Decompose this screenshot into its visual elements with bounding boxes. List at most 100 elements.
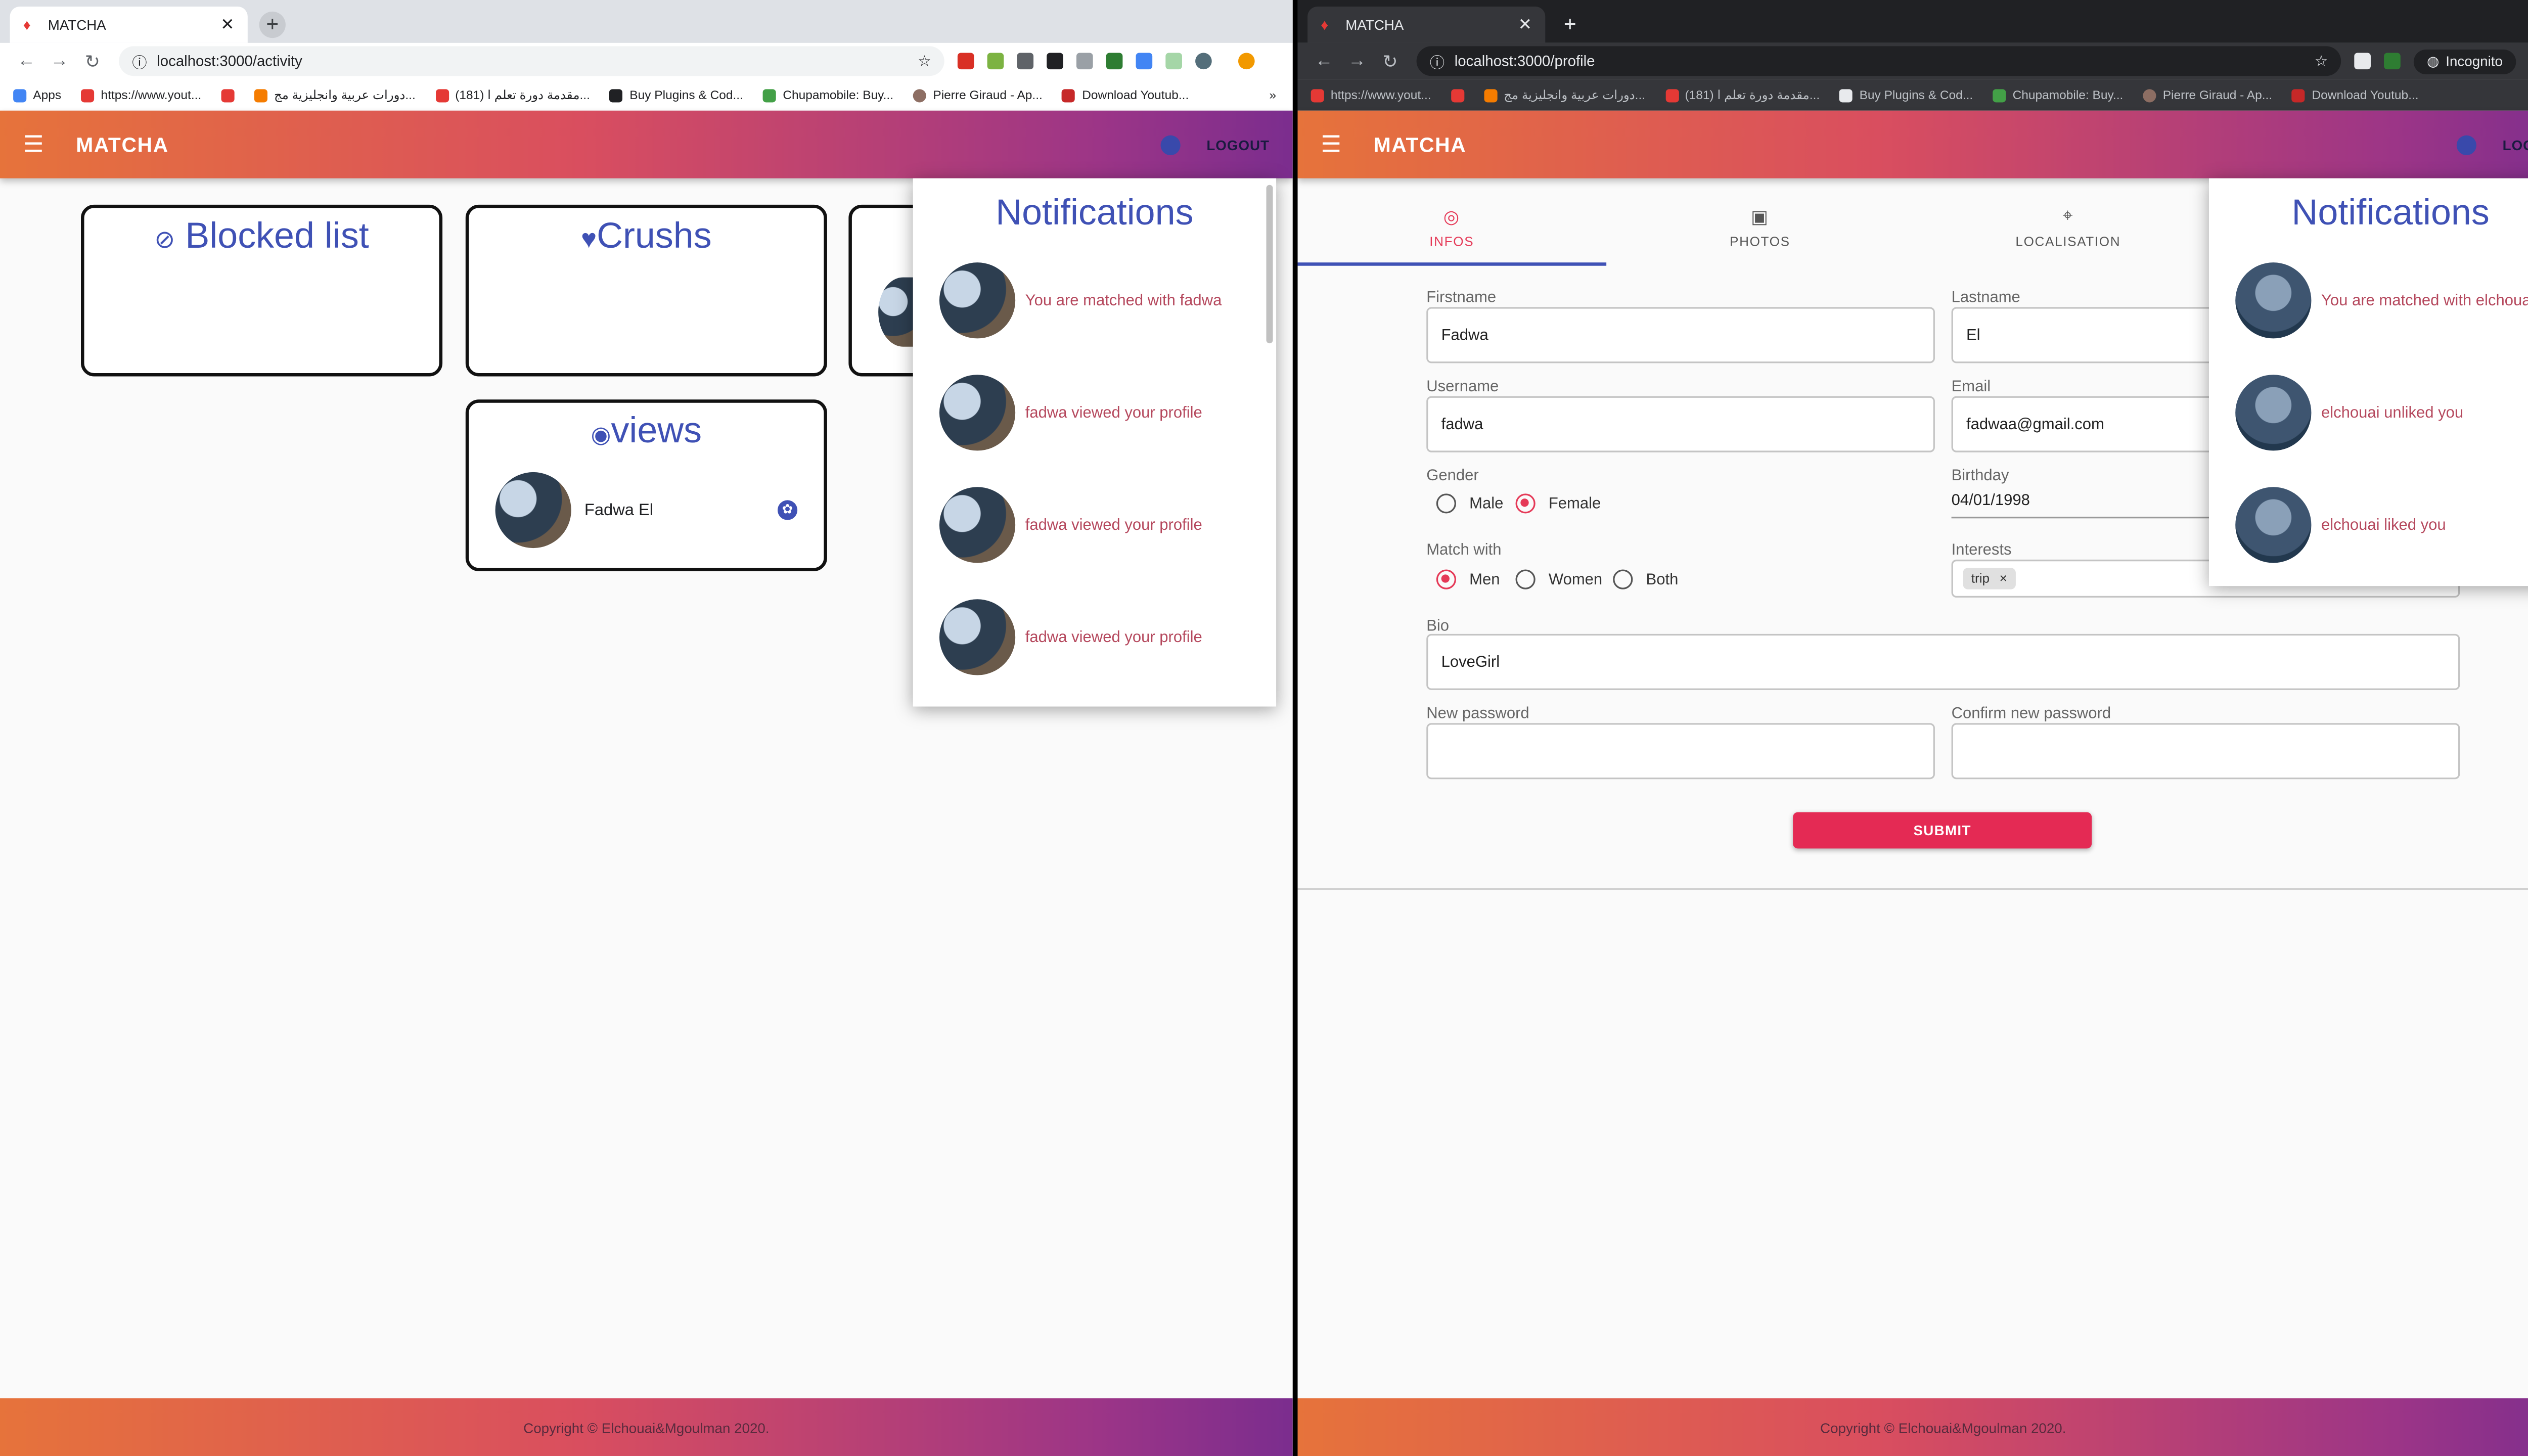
gender-female-radio[interactable]: Female bbox=[1515, 493, 1601, 514]
reload-icon[interactable]: ↻ bbox=[1374, 51, 1407, 72]
notification-text: You are matched with elchouai bbox=[2321, 291, 2528, 310]
browser-tab[interactable]: ♦ MATCHA ✕ bbox=[10, 7, 248, 43]
notification-item[interactable]: fadwa viewed your profile bbox=[913, 356, 1276, 469]
profile-avatar-icon[interactable] bbox=[1195, 53, 1212, 70]
forward-icon[interactable]: → bbox=[1340, 51, 1373, 71]
bookmark-label: Download Youtub... bbox=[2312, 87, 2419, 103]
notification-text: fadwa viewed your profile bbox=[1025, 628, 1202, 647]
menu-icon[interactable] bbox=[1238, 53, 1255, 70]
extension-icon[interactable] bbox=[957, 53, 974, 70]
back-icon[interactable]: ← bbox=[10, 51, 43, 71]
bookmark-item[interactable]: (181) مقدمة دورة تعلم ا... bbox=[435, 87, 590, 102]
extension-icon[interactable] bbox=[1136, 53, 1153, 70]
bookmark-item[interactable]: دورات عربية وانجليزية مج... bbox=[1484, 87, 1645, 102]
firstname-field[interactable]: Fadwa bbox=[1426, 307, 1935, 363]
youtube-icon bbox=[81, 88, 95, 102]
left-browser-window: ♦ MATCHA ✕ + ← → ↻ ⓘ localhost:3000/acti… bbox=[0, 0, 1293, 1456]
forward-icon[interactable]: → bbox=[43, 51, 76, 71]
new-tab-button[interactable]: + bbox=[1557, 12, 1583, 38]
extension-icon[interactable] bbox=[1165, 53, 1182, 70]
radio-on-icon bbox=[1436, 569, 1456, 589]
radio-off-icon bbox=[1436, 493, 1456, 514]
tab-strip: ♦ MATCHA ✕ + bbox=[0, 0, 1293, 43]
bookmark-item[interactable]: دورات عربية وانجليزية مج... bbox=[254, 87, 416, 102]
tab-title: MATCHA bbox=[48, 16, 106, 33]
notification-item[interactable]: You are matched with elchouai bbox=[2209, 244, 2528, 356]
bookmark-star-icon[interactable]: ☆ bbox=[2315, 52, 2328, 70]
radio-off-icon bbox=[1613, 569, 1633, 589]
confirm-password-field[interactable] bbox=[1951, 723, 2460, 780]
back-icon[interactable]: ← bbox=[1307, 51, 1340, 71]
blogger-icon bbox=[254, 88, 267, 102]
bookmark-item[interactable]: https://www.yout... bbox=[1311, 87, 1431, 102]
incognito-badge[interactable]: ◍ Incognito bbox=[2413, 49, 2516, 74]
bookmark-apps[interactable]: Apps bbox=[13, 87, 61, 102]
submit-button[interactable]: SUBMIT bbox=[1793, 812, 2092, 849]
radio-label: Female bbox=[1548, 494, 1601, 513]
bookmark-item[interactable] bbox=[221, 88, 235, 102]
extension-icon[interactable] bbox=[1017, 53, 1034, 70]
notification-item[interactable]: elchouai liked you bbox=[2209, 469, 2528, 581]
apps-grid-icon bbox=[13, 88, 27, 102]
reload-icon[interactable]: ↻ bbox=[76, 51, 109, 72]
notifications-icon[interactable] bbox=[1160, 134, 1181, 155]
hamburger-menu-icon[interactable]: ☰ bbox=[1321, 130, 1350, 159]
tab-label: LOCALISATION bbox=[2015, 234, 2121, 250]
more-bookmarks-icon[interactable]: » bbox=[1269, 87, 1292, 102]
extension-icon[interactable] bbox=[1076, 53, 1093, 70]
username-field[interactable]: fadwa bbox=[1426, 396, 1935, 452]
match-both-radio[interactable]: Both bbox=[1613, 569, 1678, 589]
incognito-label: Incognito bbox=[2446, 53, 2503, 70]
match-men-radio[interactable]: Men bbox=[1436, 569, 1500, 589]
bookmark-item[interactable] bbox=[1451, 88, 1464, 102]
browser-tab[interactable]: ♦ MATCHA ✕ bbox=[1307, 7, 1546, 43]
bookmark-item[interactable]: https://www.yout... bbox=[81, 87, 201, 102]
extension-icon[interactable] bbox=[1047, 53, 1063, 70]
logout-button[interactable]: LOGOUT bbox=[1206, 136, 1270, 153]
list-item[interactable]: Fadwa El ✿ bbox=[495, 472, 798, 549]
logout-button[interactable]: LOGOUT bbox=[2503, 136, 2528, 153]
extension-icon[interactable] bbox=[987, 53, 1004, 70]
bookmark-item[interactable]: Chupamobile: Buy... bbox=[1993, 87, 2123, 102]
notification-item[interactable]: fadwa viewed your profile bbox=[913, 469, 1276, 581]
bookmark-item[interactable]: Chupamobile: Buy... bbox=[763, 87, 893, 102]
views-card: ◉views Fadwa El ✿ bbox=[465, 399, 827, 571]
hamburger-menu-icon[interactable]: ☰ bbox=[23, 130, 53, 159]
bookmark-item[interactable]: Download Youtub... bbox=[1062, 87, 1189, 102]
new-password-field[interactable] bbox=[1426, 723, 1935, 780]
address-bar[interactable]: ⓘ localhost:3000/profile ☆ bbox=[1416, 46, 2341, 76]
chip-remove-icon[interactable]: × bbox=[2000, 571, 2007, 586]
bookmark-star-icon[interactable]: ☆ bbox=[918, 52, 931, 70]
address-bar[interactable]: ⓘ localhost:3000/activity ☆ bbox=[119, 46, 944, 76]
gender-male-radio[interactable]: Male bbox=[1436, 493, 1503, 514]
extension-icon[interactable] bbox=[2384, 53, 2401, 70]
notifications-title: Notifications bbox=[2291, 191, 2490, 233]
extension-icon[interactable] bbox=[2354, 53, 2371, 70]
bookmark-item[interactable]: Buy Plugins & Cod... bbox=[610, 87, 743, 102]
notification-item[interactable]: You are matched with fadwa bbox=[913, 244, 1276, 356]
close-tab-icon[interactable]: ✕ bbox=[1518, 16, 1532, 34]
close-tab-icon[interactable]: ✕ bbox=[220, 16, 234, 34]
bookmark-label: https://www.yout... bbox=[1330, 87, 1431, 103]
notifications-icon[interactable] bbox=[2456, 134, 2476, 155]
tab-infos[interactable]: ◎ INFOS bbox=[1297, 193, 1606, 266]
extension-icon[interactable] bbox=[1106, 53, 1123, 70]
interest-chip[interactable]: trip × bbox=[1963, 568, 2016, 589]
notification-item[interactable]: elchouai unliked you bbox=[2209, 356, 2528, 469]
scrollbar[interactable] bbox=[1266, 185, 1273, 344]
bookmark-item[interactable]: Download Youtub... bbox=[2292, 87, 2419, 103]
bio-field[interactable]: LoveGirl bbox=[1426, 633, 2460, 690]
bookmark-item[interactable]: (181) مقدمة دورة تعلم ا... bbox=[1665, 87, 1820, 102]
bookmark-item[interactable]: Pierre Giraud - Ap... bbox=[2143, 87, 2273, 103]
notification-item[interactable]: fadwa viewed your profile bbox=[913, 581, 1276, 693]
account-circle-icon: ◎ bbox=[1443, 208, 1460, 228]
bookmark-label: Pierre Giraud - Ap... bbox=[2162, 87, 2273, 103]
notification-text: You are matched with fadwa bbox=[1025, 291, 1222, 310]
new-tab-button[interactable]: + bbox=[259, 11, 286, 38]
tab-photos[interactable]: ▣ PHOTOS bbox=[1606, 193, 1914, 266]
tab-localisation[interactable]: ⌖ LOCALISATION bbox=[1914, 193, 2223, 266]
match-women-radio[interactable]: Women bbox=[1515, 569, 1602, 589]
bookmark-item[interactable]: Buy Plugins & Cod... bbox=[1839, 87, 1973, 102]
profile-action-icon[interactable]: ✿ bbox=[777, 500, 798, 520]
bookmark-item[interactable]: Pierre Giraud - Ap... bbox=[913, 87, 1043, 102]
